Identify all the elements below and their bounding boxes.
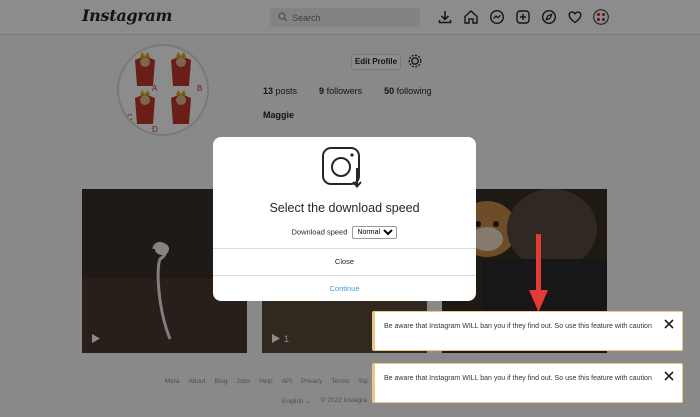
- toast-close-button[interactable]: [663, 317, 674, 329]
- warning-toast: Be aware that Instagram WILL ban you if …: [372, 363, 683, 403]
- continue-button[interactable]: Continue: [213, 276, 476, 301]
- download-speed-dialog: Select the download speed Download speed…: [213, 137, 476, 301]
- annotation-arrow: [529, 234, 548, 312]
- toast-close-button[interactable]: [663, 369, 674, 381]
- toast-message: Be aware that Instagram WILL ban you if …: [384, 375, 652, 382]
- toast-message: Be aware that Instagram WILL ban you if …: [384, 323, 652, 330]
- close-icon: [663, 371, 674, 381]
- dialog-title: Select the download speed: [269, 201, 420, 215]
- warning-toast: Be aware that Instagram WILL ban you if …: [372, 311, 683, 351]
- close-icon: [663, 319, 674, 329]
- download-speed-row: Download speed Normal: [213, 226, 476, 239]
- download-speed-label: Download speed: [291, 227, 348, 237]
- download-camera-icon: [322, 147, 362, 189]
- close-button[interactable]: Close: [213, 249, 476, 275]
- download-speed-select[interactable]: Normal: [352, 226, 398, 239]
